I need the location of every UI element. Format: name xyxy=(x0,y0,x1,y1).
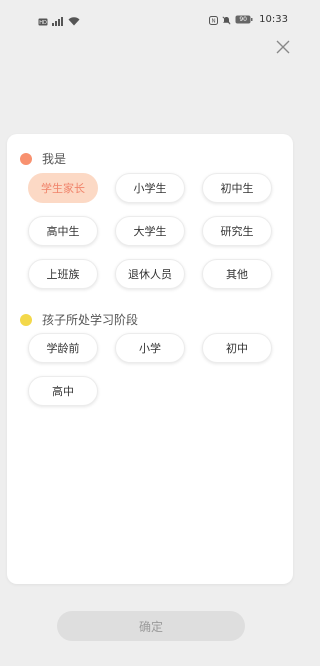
wifi-icon xyxy=(68,11,80,30)
section-title-child-stage: 孩子所处学习阶段 xyxy=(20,311,138,328)
hd-icon: HD xyxy=(38,11,48,30)
status-time: 10:33 xyxy=(259,14,288,25)
signal-icon xyxy=(52,11,64,30)
option-graduate-student[interactable]: 研究生 xyxy=(202,216,272,246)
option-other[interactable]: 其他 xyxy=(202,259,272,289)
section-title-identity: 我是 xyxy=(20,150,66,167)
status-bar: HD N 90 10:33 xyxy=(0,0,300,36)
status-bar-right: N 90 10:33 xyxy=(209,10,288,29)
option-senior-high-student[interactable]: 高中生 xyxy=(28,216,98,246)
profile-selection-card: 我是 学生家长 小学生 初中生 高中生 大学生 研究生 上班族 退休人员 其他 … xyxy=(7,134,293,584)
option-primary-student[interactable]: 小学生 xyxy=(115,173,185,203)
mute-icon xyxy=(222,10,231,29)
battery-level: 90 xyxy=(239,16,247,23)
option-senior-high[interactable]: 高中 xyxy=(28,376,98,406)
option-student-parent[interactable]: 学生家长 xyxy=(28,173,98,203)
option-primary-school[interactable]: 小学 xyxy=(115,333,185,363)
close-icon xyxy=(276,40,290,54)
section-label-identity: 我是 xyxy=(42,152,67,166)
section-dot-identity xyxy=(20,152,32,165)
option-junior-high-student[interactable]: 初中生 xyxy=(202,173,272,203)
option-preschool[interactable]: 学龄前 xyxy=(28,333,98,363)
close-button[interactable] xyxy=(274,38,292,56)
option-retiree[interactable]: 退休人员 xyxy=(115,259,185,289)
option-junior-high[interactable]: 初中 xyxy=(202,333,272,363)
confirm-button[interactable]: 确定 xyxy=(57,611,245,641)
battery-icon: 90 xyxy=(235,15,253,24)
svg-text:N: N xyxy=(212,19,216,25)
status-bar-left: HD xyxy=(38,11,80,30)
section-dot-child-stage xyxy=(20,313,32,326)
nfc-icon: N xyxy=(209,10,219,29)
option-college-student[interactable]: 大学生 xyxy=(115,216,185,246)
section-label-child-stage: 孩子所处学习阶段 xyxy=(42,313,139,327)
svg-text:HD: HD xyxy=(39,20,47,26)
option-office-worker[interactable]: 上班族 xyxy=(28,259,98,289)
